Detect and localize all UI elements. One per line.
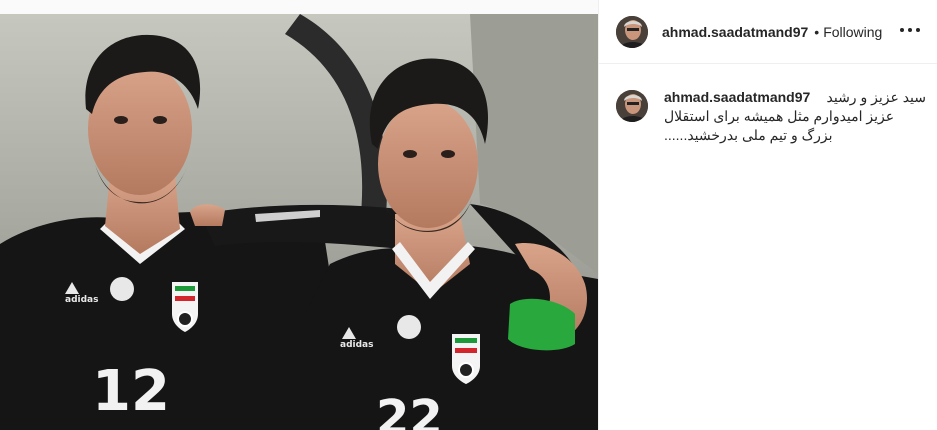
author-username[interactable]: ahmad.saadatmand97 (662, 24, 808, 40)
caption-username[interactable]: ahmad.saadatmand97 (664, 88, 810, 107)
svg-text:adidas: adidas (65, 295, 98, 305)
separator-dot: • (814, 23, 820, 40)
post-photo[interactable]: adidas 12 adidas 22 (0, 14, 598, 430)
post-header: ahmad.saadatmand97 • Following (599, 0, 937, 64)
caption-body: ahmad.saadatmand97 سید عزیز و رشید عزیز … (664, 88, 926, 145)
post-side-panel: ahmad.saadatmand97 • Following ahmad.saa… (598, 0, 937, 430)
caption-line-2: عزیز امیدوارم مثل همیشه برای استقلال (664, 108, 895, 124)
more-dot-2 (908, 28, 912, 32)
avatar-image (616, 90, 648, 122)
caption-text-1: سید عزیز و رشید (826, 89, 927, 105)
caption-line-1: ahmad.saadatmand97 سید عزیز و رشید (664, 88, 926, 107)
instagram-post: adidas 12 adidas 22 ahmad.saadatmand97 •… (0, 0, 937, 430)
more-dot-3 (916, 28, 920, 32)
jersey-number-right: 22 (376, 390, 443, 430)
photo-illustration: adidas 12 adidas 22 (0, 14, 598, 430)
following-button[interactable]: Following (823, 24, 882, 40)
top-strip (0, 0, 598, 14)
svg-text:adidas: adidas (340, 340, 373, 350)
caption-line-3: بزرگ و تیم ملی بدرخشید...... (664, 127, 833, 143)
post-caption: ahmad.saadatmand97 سید عزیز و رشید عزیز … (616, 88, 926, 145)
more-options-icon[interactable] (900, 22, 920, 38)
caption-avatar[interactable] (616, 90, 648, 122)
avatar-image (616, 15, 648, 48)
jersey-number-left: 12 (92, 359, 170, 424)
more-dot-1 (900, 28, 904, 32)
author-avatar[interactable] (616, 15, 648, 48)
